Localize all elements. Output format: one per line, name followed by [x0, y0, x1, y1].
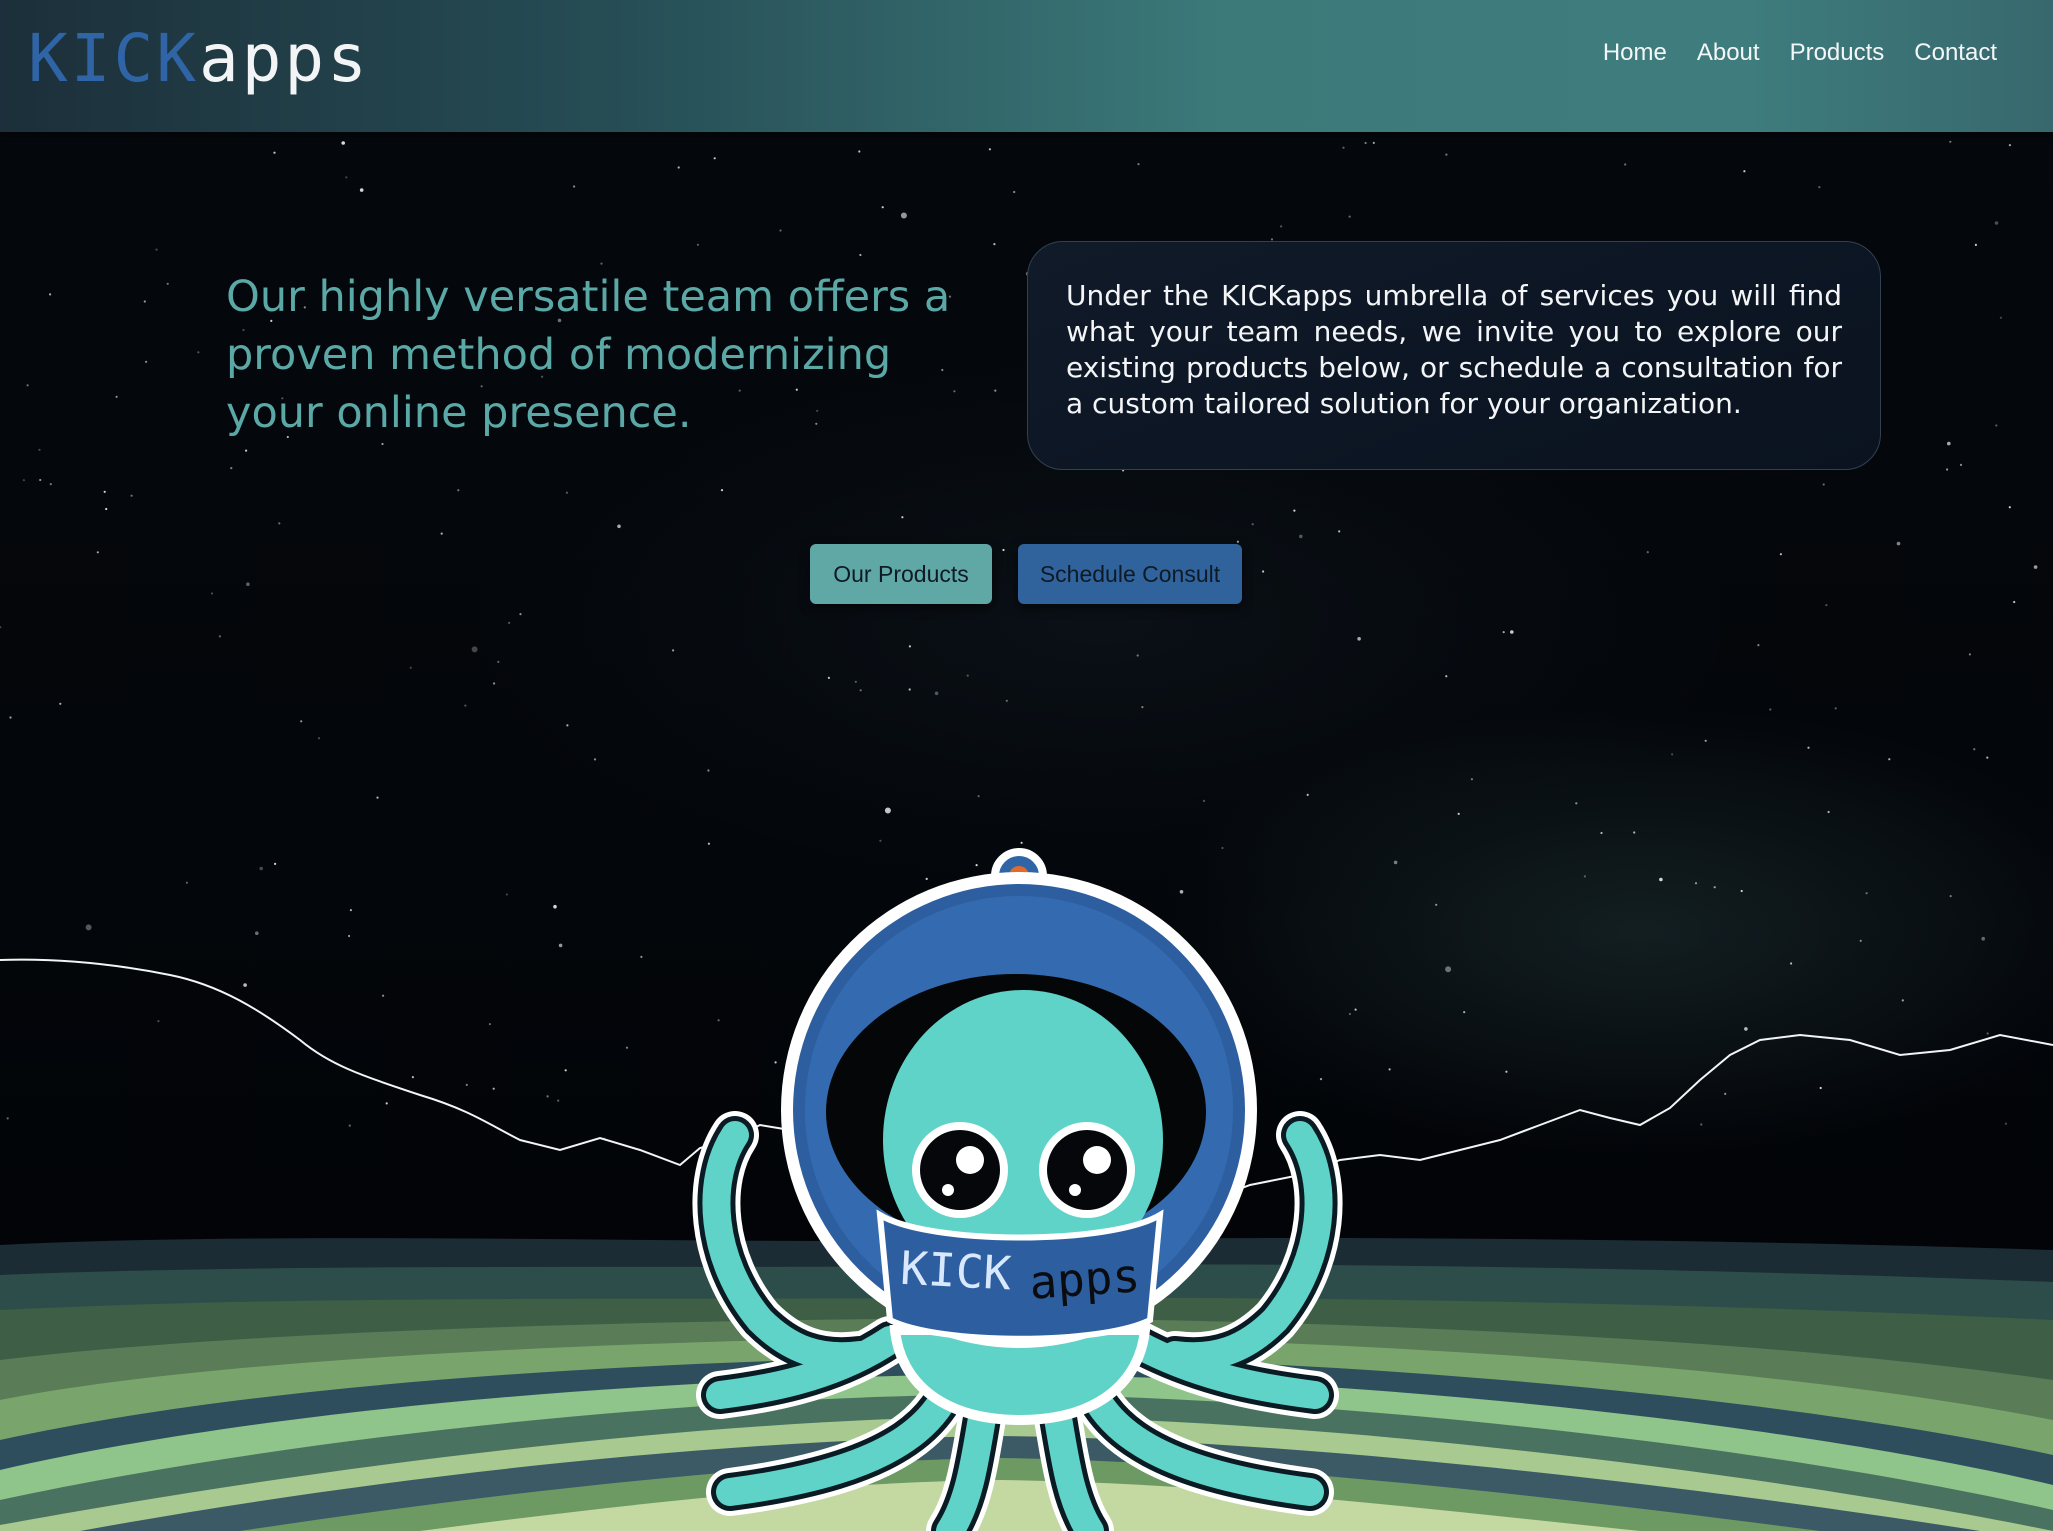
helmet-kick-text: KICK: [899, 1241, 1013, 1301]
logo-apps-text: apps: [198, 20, 370, 97]
nav-about[interactable]: About: [1697, 36, 1760, 70]
nav-products[interactable]: Products: [1790, 36, 1885, 70]
nav-home[interactable]: Home: [1603, 36, 1667, 70]
logo-kick-text: KICK: [28, 20, 199, 97]
landing-page: KICK apps Home About Products Contact Our…: [0, 0, 2053, 1531]
main-nav: Home About Products Contact: [1603, 36, 1997, 70]
helmet-apps-text: apps: [1028, 1248, 1142, 1310]
kickapps-logo[interactable]: KICK apps: [28, 14, 370, 104]
hero-headline: Our highly versatile team offers a prove…: [226, 272, 951, 438]
info-card: Under the KICKapps umbrella of services …: [1027, 241, 1881, 470]
our-products-button[interactable]: Our Products: [810, 544, 992, 604]
info-card-text: Under the KICKapps umbrella of services …: [1066, 279, 1842, 420]
octopus-astronaut-mascot: KICK apps: [692, 848, 1343, 1531]
schedule-consult-button[interactable]: Schedule Consult: [1018, 544, 1242, 604]
nav-contact[interactable]: Contact: [1914, 36, 1997, 70]
site-header: KICK apps Home About Products Contact: [0, 0, 2053, 132]
